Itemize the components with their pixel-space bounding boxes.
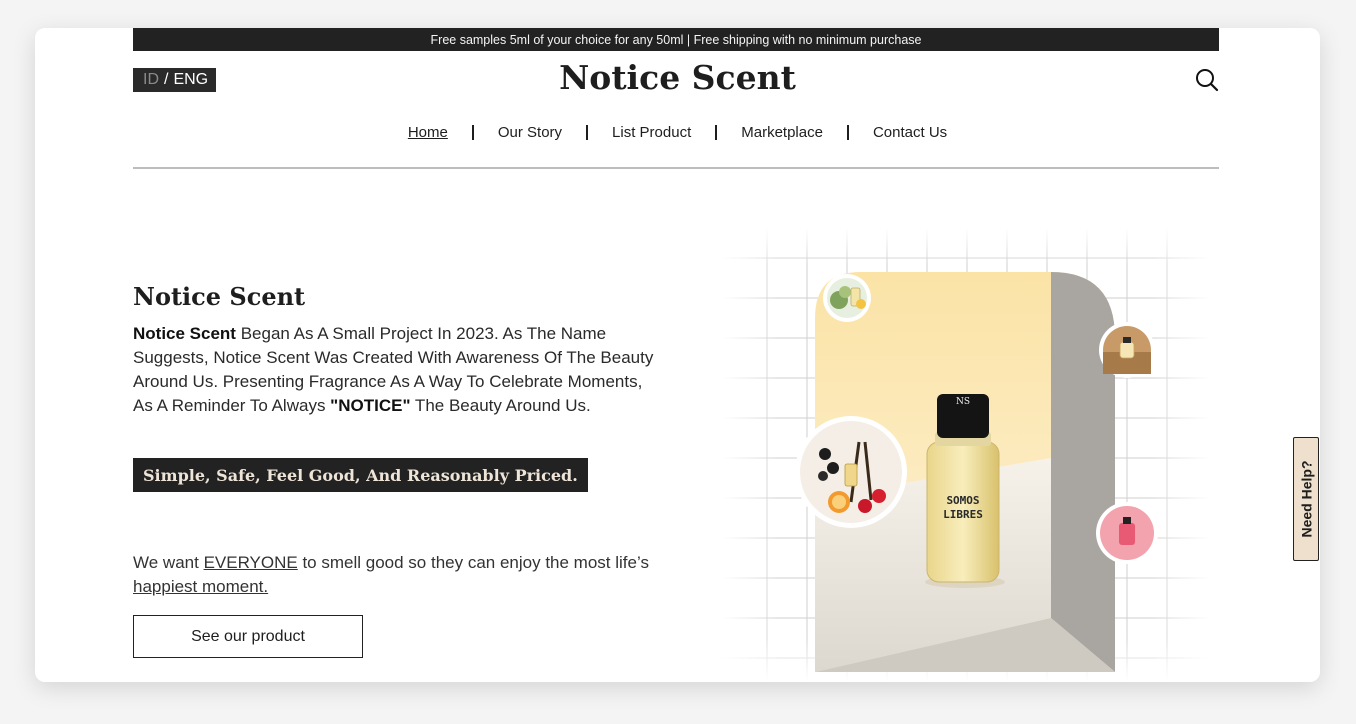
bottle-cap-mark: NS: [956, 397, 970, 407]
page-card: Free samples 5ml of your choice for any …: [35, 28, 1320, 682]
nav-home[interactable]: Home: [384, 124, 472, 141]
announcement-bar: Free samples 5ml of your choice for any …: [133, 28, 1219, 51]
main-nav: Home Our Story List Product Marketplace …: [35, 124, 1320, 141]
bottle-label-line2: LIBRES: [943, 508, 983, 521]
brand-logo[interactable]: Notice Scent: [35, 58, 1320, 97]
header-divider: [133, 167, 1219, 169]
nav-list-product[interactable]: List Product: [588, 124, 715, 141]
intro-paragraph: Notice Scent Began As A Small Project In…: [133, 322, 663, 418]
need-help-tab[interactable]: Need Help?: [1293, 437, 1319, 561]
announcement-text: Free samples 5ml of your choice for any …: [430, 32, 922, 47]
mission-text-2: to smell good so they can enjoy the most…: [297, 553, 649, 572]
nav-our-story[interactable]: Our Story: [474, 124, 586, 141]
tagline-text: Simple, Safe, Feel Good, And Reasonably …: [143, 465, 578, 485]
bottle-label-line1: SOMOS: [946, 494, 979, 507]
search-icon[interactable]: [1195, 68, 1219, 92]
mission-statement: We want EVERYONE to smell good so they c…: [133, 551, 673, 599]
nav-marketplace[interactable]: Marketplace: [717, 124, 847, 141]
product-thumbnail-fruits: [795, 416, 907, 528]
intro-notice-emphasis: "NOTICE": [330, 396, 411, 415]
intro-title: Notice Scent: [133, 282, 306, 311]
mission-happiest-moment: happiest moment.: [133, 577, 269, 596]
hero-visual: NS SOMOS LIBRES: [721, 228, 1211, 682]
mission-everyone: EVERYONE: [203, 553, 298, 572]
intro-text-2: The Beauty Around Us.: [410, 396, 591, 415]
see-product-button[interactable]: See our product: [133, 615, 363, 658]
product-thumbnail-green: [823, 274, 871, 322]
product-thumbnail-pink: [1096, 502, 1158, 564]
intro-brand-bold: Notice Scent: [133, 324, 236, 343]
nav-contact-us[interactable]: Contact Us: [849, 124, 971, 141]
tagline-badge: Simple, Safe, Feel Good, And Reasonably …: [133, 458, 588, 492]
need-help-label: Need Help?: [1298, 460, 1315, 538]
mission-text-1: We want: [133, 553, 204, 572]
product-thumbnail-amber: [1099, 322, 1155, 378]
